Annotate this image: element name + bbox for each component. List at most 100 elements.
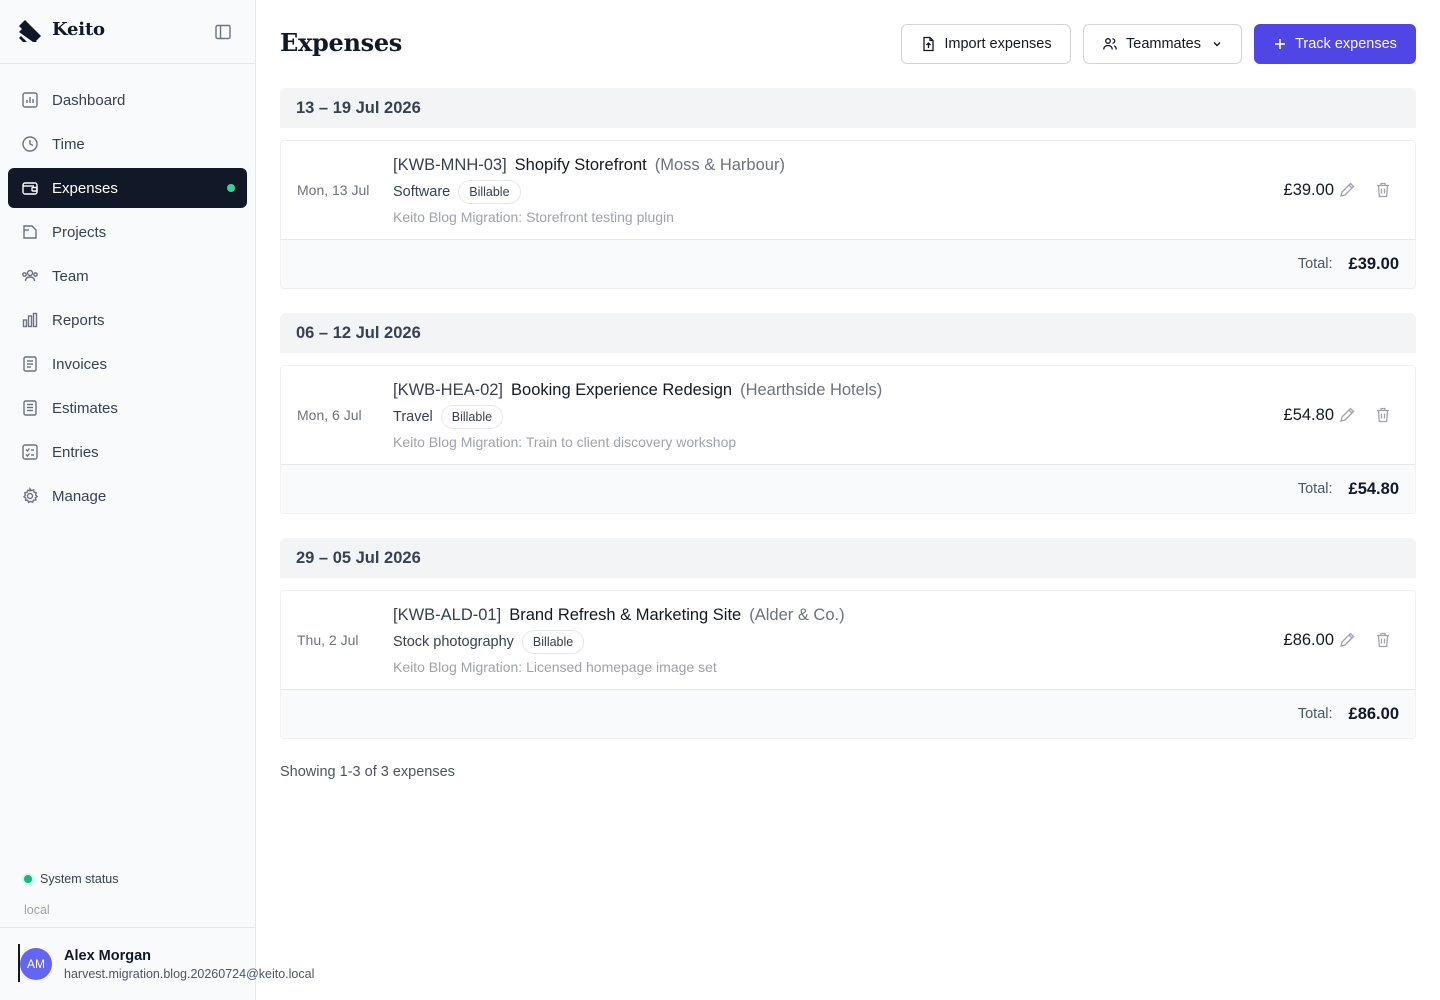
sidebar-item-reports[interactable]: Reports	[8, 300, 247, 340]
folder-icon	[20, 222, 40, 242]
users-icon	[20, 266, 40, 286]
sidebar-item-expenses[interactable]: Expenses	[8, 168, 247, 208]
track-expenses-label: Track expenses	[1295, 36, 1397, 52]
import-expenses-label: Import expenses	[944, 36, 1052, 52]
sidebar-item-label: Estimates	[52, 399, 118, 417]
expense-date: Mon, 6 Jul	[297, 407, 362, 423]
expense-row[interactable]: Thu, 2 Jul [KWB-ALD-01] Brand Refresh & M…	[281, 591, 1415, 690]
expense-project-line: [KWB-HEA-02] Booking Experience Redesign (…	[393, 381, 882, 400]
dashboard-icon	[20, 90, 40, 110]
project-name: Brand Refresh & Marketing Site	[509, 606, 742, 624]
sidebar-toggle-icon[interactable]	[213, 22, 233, 42]
sidebar-item-label: Time	[52, 135, 85, 153]
edit-pencil-icon[interactable]	[1338, 631, 1356, 649]
client-name: (Hearthside Hotels)	[740, 381, 883, 399]
week-range: 13 – 19 Jul 2026	[280, 88, 1416, 128]
expense-card: Mon, 13 Jul [KWB-MNH-03] Shopify Storefro…	[280, 140, 1416, 289]
users-icon	[1102, 36, 1118, 52]
expense-date: Mon, 13 Jul	[297, 182, 370, 198]
system-status[interactable]: System status	[24, 872, 119, 886]
sidebar-item-invoices[interactable]: Invoices	[8, 344, 247, 384]
expense-category: Stock photography	[393, 634, 514, 650]
bar-chart-icon	[20, 310, 40, 330]
total-value: £86.00	[1348, 704, 1399, 723]
total-value: £39.00	[1348, 254, 1399, 273]
user-name: Alex Morgan	[64, 948, 152, 964]
sidebar-item-label: Dashboard	[52, 91, 126, 109]
edit-pencil-icon[interactable]	[1338, 406, 1356, 424]
gear-icon	[20, 486, 40, 506]
checklist-icon	[20, 442, 40, 462]
sidebar-item-dashboard[interactable]: Dashboard	[8, 80, 247, 120]
status-label: System status	[40, 872, 119, 886]
expense-row[interactable]: Mon, 13 Jul [KWB-MNH-03] Shopify Storefro…	[281, 141, 1415, 240]
clock-icon	[20, 134, 40, 154]
user-email: harvest.migration.blog.20260724@keito.lo…	[64, 967, 315, 981]
plus-icon	[1273, 37, 1287, 51]
import-expenses-button[interactable]: Import expenses	[901, 24, 1071, 64]
week-total-row: Total: £39.00	[281, 240, 1415, 288]
status-dot	[24, 875, 32, 883]
week-range: 06 – 12 Jul 2026	[280, 313, 1416, 353]
billable-badge: Billable	[458, 180, 521, 204]
sidebar-item-label: Invoices	[52, 355, 108, 373]
sidebar-item-label: Reports	[52, 311, 105, 329]
expense-card: Mon, 6 Jul [KWB-HEA-02] Booking Experienc…	[280, 365, 1416, 514]
expense-category: Software	[393, 184, 451, 200]
environment-label: local	[24, 903, 50, 917]
sidebar-item-manage[interactable]: Manage	[8, 476, 247, 516]
teammates-dropdown[interactable]: Teammates	[1083, 24, 1242, 64]
week-total-row: Total: £54.80	[281, 465, 1415, 513]
expense-meta: Software Billable	[393, 180, 521, 204]
expense-date: Thu, 2 Jul	[297, 632, 359, 648]
sidebar-item-label: Team	[52, 267, 89, 285]
expense-project-line: [KWB-MNH-03] Shopify Storefront (Moss & Ha…	[393, 156, 785, 175]
sidebar-item-time[interactable]: Time	[8, 124, 247, 164]
trash-icon[interactable]	[1374, 406, 1392, 424]
sidebar-nav: Dashboard Time Expenses Projects Team Re…	[8, 80, 247, 520]
client-name: (Moss & Harbour)	[654, 156, 785, 174]
edit-pencil-icon[interactable]	[1338, 181, 1356, 199]
invoice-icon	[20, 354, 40, 374]
billable-badge: Billable	[521, 630, 585, 654]
sidebar-item-entries[interactable]: Entries	[8, 432, 247, 472]
pagination-summary: Showing 1-3 of 3 expenses	[280, 764, 455, 780]
file-import-icon	[920, 36, 936, 52]
sidebar-item-label: Manage	[52, 487, 107, 505]
project-name: Shopify Storefront	[514, 156, 647, 174]
sidebar: Keito Dashboard Time Expenses Projects T…	[0, 0, 314, 1000]
trash-icon[interactable]	[1374, 631, 1392, 649]
wallet-icon	[20, 178, 40, 198]
user-profile[interactable]: AM Alex Morgan harvest.migration.blog.20…	[0, 927, 314, 1000]
avatar: AM	[20, 948, 52, 980]
project-code: [KWB-MNH-03]	[393, 156, 507, 174]
week-group: 13 – 19 Jul 2026 Mon, 13 Jul [KWB-MNH-03…	[280, 88, 1416, 289]
keito-logo-icon[interactable]	[17, 18, 43, 44]
client-name: (Alder & Co.)	[749, 606, 845, 624]
expense-notes: Keito Blog Migration: Licensed homepage …	[393, 659, 717, 675]
brand: Keito	[0, 0, 255, 64]
project-name: Booking Experience Redesign	[511, 381, 733, 399]
sidebar-item-projects[interactable]: Projects	[8, 212, 247, 252]
expense-card: Thu, 2 Jul [KWB-ALD-01] Brand Refresh & M…	[280, 590, 1416, 739]
billable-badge: Billable	[440, 405, 504, 429]
project-code: [KWB-ALD-01]	[393, 606, 502, 624]
active-indicator-dot	[227, 184, 235, 192]
page-title: Expenses	[280, 28, 402, 57]
expense-amount: £86.00	[1283, 631, 1334, 649]
expense-notes: Keito Blog Migration: Storefront testing…	[393, 209, 674, 225]
trash-icon[interactable]	[1374, 181, 1392, 199]
expense-row[interactable]: Mon, 6 Jul [KWB-HEA-02] Booking Experienc…	[281, 366, 1415, 465]
expense-amount: £54.80	[1283, 406, 1334, 424]
sidebar-item-team[interactable]: Team	[8, 256, 247, 296]
sidebar-item-label: Projects	[52, 223, 107, 241]
expense-category: Travel	[393, 409, 433, 425]
week-range: 29 – 05 Jul 2026	[280, 538, 1416, 578]
sidebar-item-estimates[interactable]: Estimates	[8, 388, 247, 428]
sidebar-item-label: Entries	[52, 443, 99, 461]
week-group: 29 – 05 Jul 2026 Thu, 2 Jul [KWB-ALD-01]…	[280, 538, 1416, 739]
track-expenses-button[interactable]: Track expenses	[1254, 24, 1416, 64]
estimate-icon	[20, 398, 40, 418]
teammates-label: Teammates	[1126, 36, 1201, 52]
total-label: Total:	[1297, 256, 1333, 272]
